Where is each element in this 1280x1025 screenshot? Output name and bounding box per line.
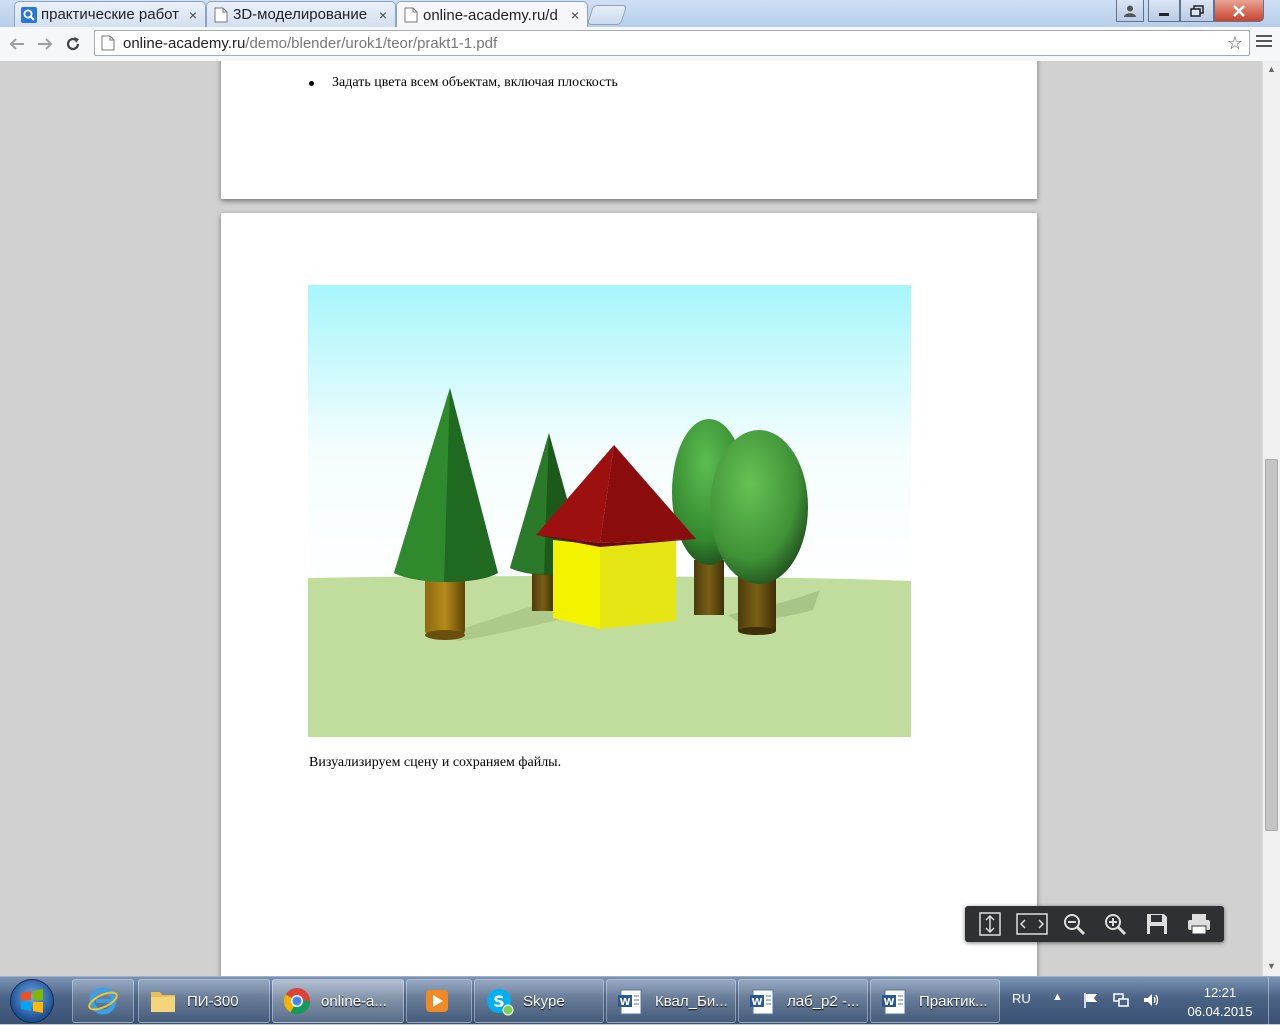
forward-button[interactable]: [34, 33, 56, 55]
pdf-toolbar: [965, 906, 1224, 942]
reload-icon: [66, 37, 80, 51]
taskbar-item-word-3[interactable]: W Практик...: [870, 979, 1000, 1023]
svg-text:W: W: [883, 997, 894, 1008]
start-button[interactable]: [10, 979, 54, 1023]
bullet-dot: [309, 80, 314, 86]
fit-page-button[interactable]: [972, 909, 1008, 939]
media-player-icon: [421, 985, 453, 1017]
minimize-button[interactable]: [1148, 0, 1180, 22]
show-hidden-icons-icon[interactable]: ▲: [1052, 991, 1063, 1003]
zoom-in-icon: [1105, 914, 1127, 936]
back-button[interactable]: [6, 33, 28, 55]
taskbar-label: Skype: [523, 992, 565, 1010]
print-icon: [1188, 914, 1211, 935]
taskbar-item-media[interactable]: [406, 979, 472, 1023]
url-host: online-academy.ru: [123, 34, 246, 52]
search-favicon-icon: [21, 6, 37, 23]
zoom-out-button[interactable]: [1056, 909, 1092, 939]
tab-search[interactable]: практические работ ×: [14, 1, 206, 27]
close-window-button[interactable]: [1214, 0, 1264, 22]
url-path: /demo/blender/urok1/teor/prakt1-1.pdf: [245, 34, 498, 52]
bookmark-star-icon[interactable]: ☆: [1227, 33, 1243, 54]
network-icon[interactable]: [1112, 991, 1130, 1009]
restore-button[interactable]: [1180, 0, 1214, 22]
browser-toolbar: online-academy.ru/demo/blender/urok1/teo…: [0, 27, 1280, 62]
scroll-down-arrow-icon[interactable]: ▼: [1263, 958, 1280, 974]
pdf-page-current: Визуализируем сцену и сохраняем файлы.: [221, 213, 1037, 976]
new-tab-button[interactable]: [586, 5, 628, 25]
save-icon: [1147, 914, 1168, 934]
browser-tabstrip: практические работ × 3D-моделирование × …: [0, 0, 1280, 28]
address-bar[interactable]: online-academy.ru/demo/blender/urok1/teo…: [94, 30, 1250, 56]
tab-close-icon[interactable]: ×: [569, 7, 581, 23]
tab-label: 3D-моделирование: [233, 6, 368, 23]
taskbar-item-word-2[interactable]: W лаб_р2 -...: [738, 979, 868, 1023]
tab-label: практические работ: [41, 6, 180, 23]
zoom-in-button[interactable]: [1097, 909, 1133, 939]
fit-page-icon: [979, 912, 1001, 936]
rendered-3d-scene-image: [308, 285, 911, 737]
taskbar-item-chrome[interactable]: online-a...: [272, 979, 404, 1023]
svg-text:W: W: [751, 997, 762, 1008]
scroll-up-arrow-icon[interactable]: ▲: [1263, 61, 1280, 77]
system-clock[interactable]: 12:21 06.04.2015: [1180, 983, 1260, 1021]
taskbar-label: ПИ-300: [187, 992, 239, 1010]
page-icon: [101, 35, 117, 51]
show-desktop-button[interactable]: [1268, 977, 1280, 1025]
fit-width-button[interactable]: [1014, 909, 1050, 939]
word-doc-icon: W: [879, 985, 911, 1017]
taskbar-label: Практик...: [919, 992, 988, 1010]
page-icon: [213, 7, 229, 23]
pdf-page-previous: Задать цвета всем объектам, включая плос…: [221, 61, 1037, 199]
tab-online-academy[interactable]: online-academy.ru/d ×: [396, 1, 588, 28]
taskbar-item-folder[interactable]: ПИ-300: [138, 979, 270, 1023]
tab-label: online-academy.ru/d: [423, 6, 558, 24]
scrollbar-thumb[interactable]: [1265, 459, 1278, 831]
taskbar-label: online-a...: [321, 992, 387, 1010]
chrome-menu-icon[interactable]: [1256, 35, 1272, 50]
pdf-viewer[interactable]: Задать цвета всем объектам, включая плос…: [0, 61, 1262, 976]
page-icon: [403, 7, 419, 23]
skype-icon: S: [483, 985, 515, 1017]
tab-3d-modeling[interactable]: 3D-моделирование ×: [206, 1, 396, 27]
windows-taskbar: ПИ-300 online-a... S Skype W Квал_Би... …: [0, 976, 1280, 1025]
language-indicator[interactable]: RU: [1012, 991, 1031, 1006]
svg-text:W: W: [619, 997, 630, 1008]
tab-close-icon[interactable]: ×: [377, 7, 389, 23]
action-center-flag-icon[interactable]: [1082, 991, 1100, 1009]
word-doc-icon: W: [615, 985, 647, 1017]
print-button[interactable]: [1181, 909, 1217, 939]
user-icon[interactable]: [1116, 0, 1144, 22]
system-tray: RU ▲ 12:21 06.04.2015: [1000, 977, 1280, 1025]
chrome-icon: [281, 985, 313, 1017]
bullet-item: Задать цвета всем объектам, включая плос…: [309, 75, 618, 91]
bullet-text: Задать цвета всем объектам, включая плос…: [332, 75, 618, 90]
taskbar-item-skype[interactable]: S Skype: [474, 979, 604, 1023]
vertical-scrollbar[interactable]: ▲ ▼: [1262, 61, 1280, 976]
taskbar-label: Квал_Би...: [655, 992, 728, 1010]
word-doc-icon: W: [747, 985, 779, 1017]
folder-icon: [147, 985, 179, 1017]
reload-button[interactable]: [62, 33, 84, 55]
taskbar-label: лаб_р2 -...: [787, 992, 860, 1010]
taskbar-item-word-1[interactable]: W Квал_Би...: [606, 979, 736, 1023]
zoom-out-icon: [1063, 914, 1085, 936]
taskbar-ie[interactable]: [72, 979, 134, 1023]
forward-arrow-icon: [38, 38, 53, 50]
internet-explorer-icon: [87, 985, 119, 1017]
clock-date: 06.04.2015: [1187, 1004, 1253, 1019]
fit-width-icon: [1015, 913, 1048, 935]
volume-icon[interactable]: [1142, 991, 1160, 1009]
save-button[interactable]: [1139, 909, 1175, 939]
tab-close-icon[interactable]: ×: [187, 7, 199, 23]
back-arrow-icon: [9, 38, 24, 50]
image-caption: Визуализируем сцену и сохраняем файлы.: [309, 755, 562, 770]
windows-logo-icon: [21, 989, 43, 1013]
clock-time: 12:21: [1203, 985, 1237, 1000]
